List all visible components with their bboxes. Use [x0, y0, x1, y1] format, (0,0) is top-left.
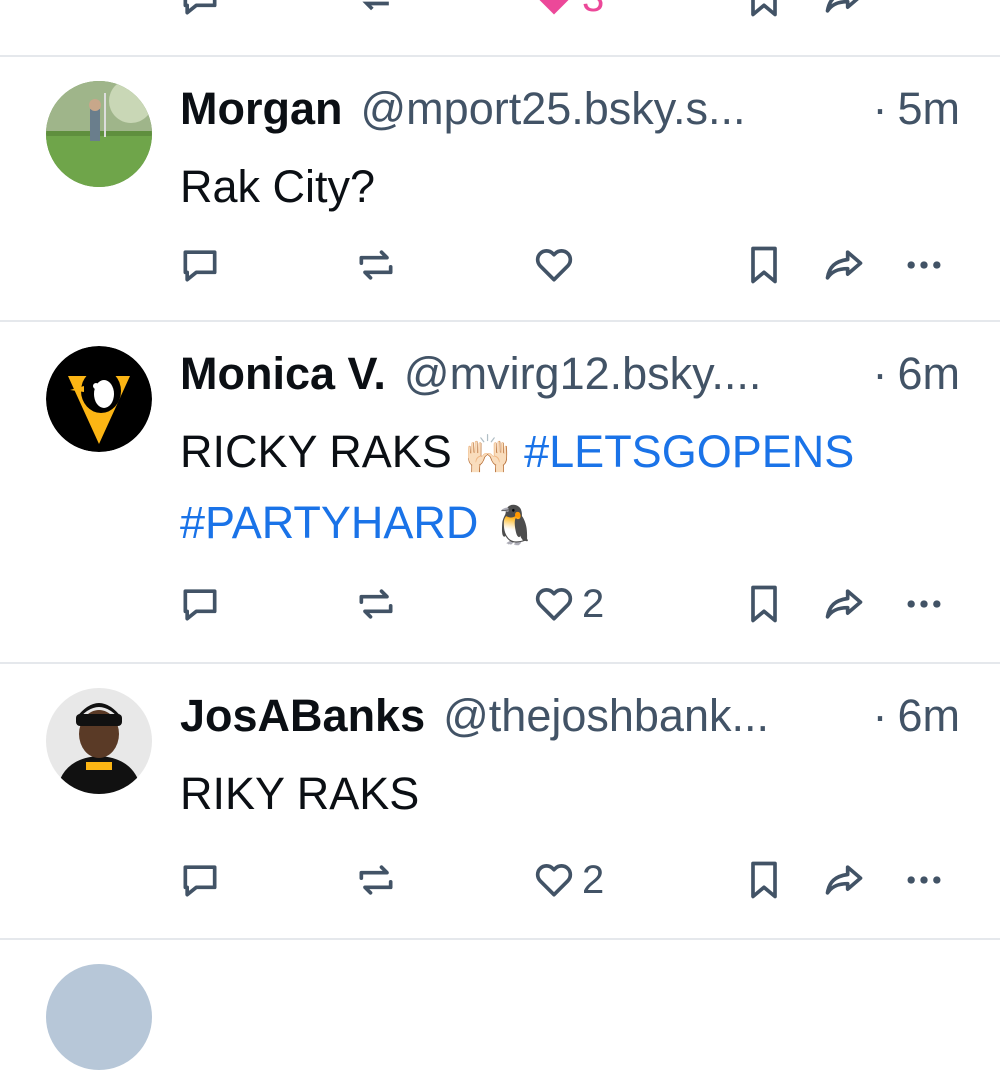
separator-dot: · [872, 348, 888, 399]
post-text: Rak City? [180, 153, 970, 221]
post-time[interactable]: 6m [897, 348, 960, 400]
post-header: Morgan @mport25.bsky.s... · 5m [180, 81, 960, 137]
reply-icon[interactable] [178, 0, 222, 28]
more-options-icon[interactable] [902, 235, 946, 295]
post-header: Monica V. @mvirg12.bsky.... · 6m [180, 346, 960, 402]
share-icon[interactable] [822, 574, 866, 634]
share-icon[interactable] [822, 235, 866, 295]
bookmark-icon[interactable] [742, 574, 786, 634]
post-actions: 2 [0, 574, 1000, 634]
post-item[interactable]: Morgan @mport25.bsky.s... · 5m Rak City? [0, 55, 1000, 321]
like-icon[interactable]: 2 [532, 850, 604, 910]
post-text: RICKY RAKS 🙌🏻 #LETSGOPENS #PARTYHARD 🐧 [180, 418, 970, 560]
bookmark-icon[interactable] [742, 235, 786, 295]
avatar[interactable] [46, 81, 152, 187]
like-icon[interactable]: 2 [532, 574, 604, 634]
bookmark-icon[interactable] [742, 850, 786, 910]
separator-dot: · [872, 690, 888, 741]
more-options-icon[interactable] [902, 850, 946, 910]
share-icon[interactable] [822, 0, 866, 28]
post-header: JosABanks @thejoshbank... · 6m [180, 688, 960, 744]
repost-icon[interactable] [354, 235, 398, 295]
post-item-partial[interactable] [0, 938, 1000, 1070]
reply-icon[interactable] [178, 235, 222, 295]
author-handle[interactable]: @thejoshbank... [443, 690, 769, 742]
like-filled-icon[interactable]: 3 [532, 0, 604, 28]
hashtag-link[interactable]: #PARTYHARD [180, 497, 478, 548]
like-count: 2 [582, 581, 605, 626]
author-handle[interactable]: @mvirg12.bsky.... [404, 348, 761, 400]
share-icon[interactable] [822, 850, 866, 910]
post-actions: 2 [0, 850, 1000, 910]
more-options-icon[interactable] [902, 574, 946, 634]
reply-icon[interactable] [178, 574, 222, 634]
hashtag-link[interactable]: #LETSGOPENS [524, 426, 854, 477]
post-text: RIKY RAKS [180, 760, 970, 828]
avatar[interactable] [46, 346, 152, 452]
repost-icon[interactable] [354, 850, 398, 910]
separator-dot: · [872, 83, 888, 134]
author-name[interactable]: Morgan [180, 83, 343, 135]
raising-hands-emoji: 🙌🏻 [464, 434, 512, 476]
post-time[interactable]: 5m [897, 83, 960, 135]
like-count: 2 [582, 857, 605, 902]
post-item[interactable]: Monica V. @mvirg12.bsky.... · 6m RICKY R… [0, 320, 1000, 664]
penguin-emoji: 🐧 [490, 505, 539, 547]
avatar[interactable] [46, 964, 152, 1070]
post-item[interactable]: JosABanks @thejoshbank... · 6m RIKY RAKS… [0, 662, 1000, 940]
bookmark-icon[interactable] [742, 0, 786, 28]
avatar[interactable] [46, 688, 152, 794]
author-name[interactable]: Monica V. [180, 348, 386, 400]
reply-icon[interactable] [178, 850, 222, 910]
author-handle[interactable]: @mport25.bsky.s... [361, 83, 746, 135]
post-text-content: Rak City? [180, 161, 376, 212]
like-icon[interactable] [532, 235, 582, 295]
post-text-content: RIKY RAKS [180, 768, 420, 819]
post-text-content: RICKY RAKS [180, 426, 452, 477]
author-name[interactable]: JosABanks [180, 690, 425, 742]
post-time[interactable]: 6m [897, 690, 960, 742]
repost-icon[interactable] [354, 574, 398, 634]
previous-post-actions: 3 [0, 0, 1000, 28]
like-count: 3 [582, 0, 604, 21]
post-actions [0, 235, 1000, 295]
repost-icon[interactable] [354, 0, 398, 28]
